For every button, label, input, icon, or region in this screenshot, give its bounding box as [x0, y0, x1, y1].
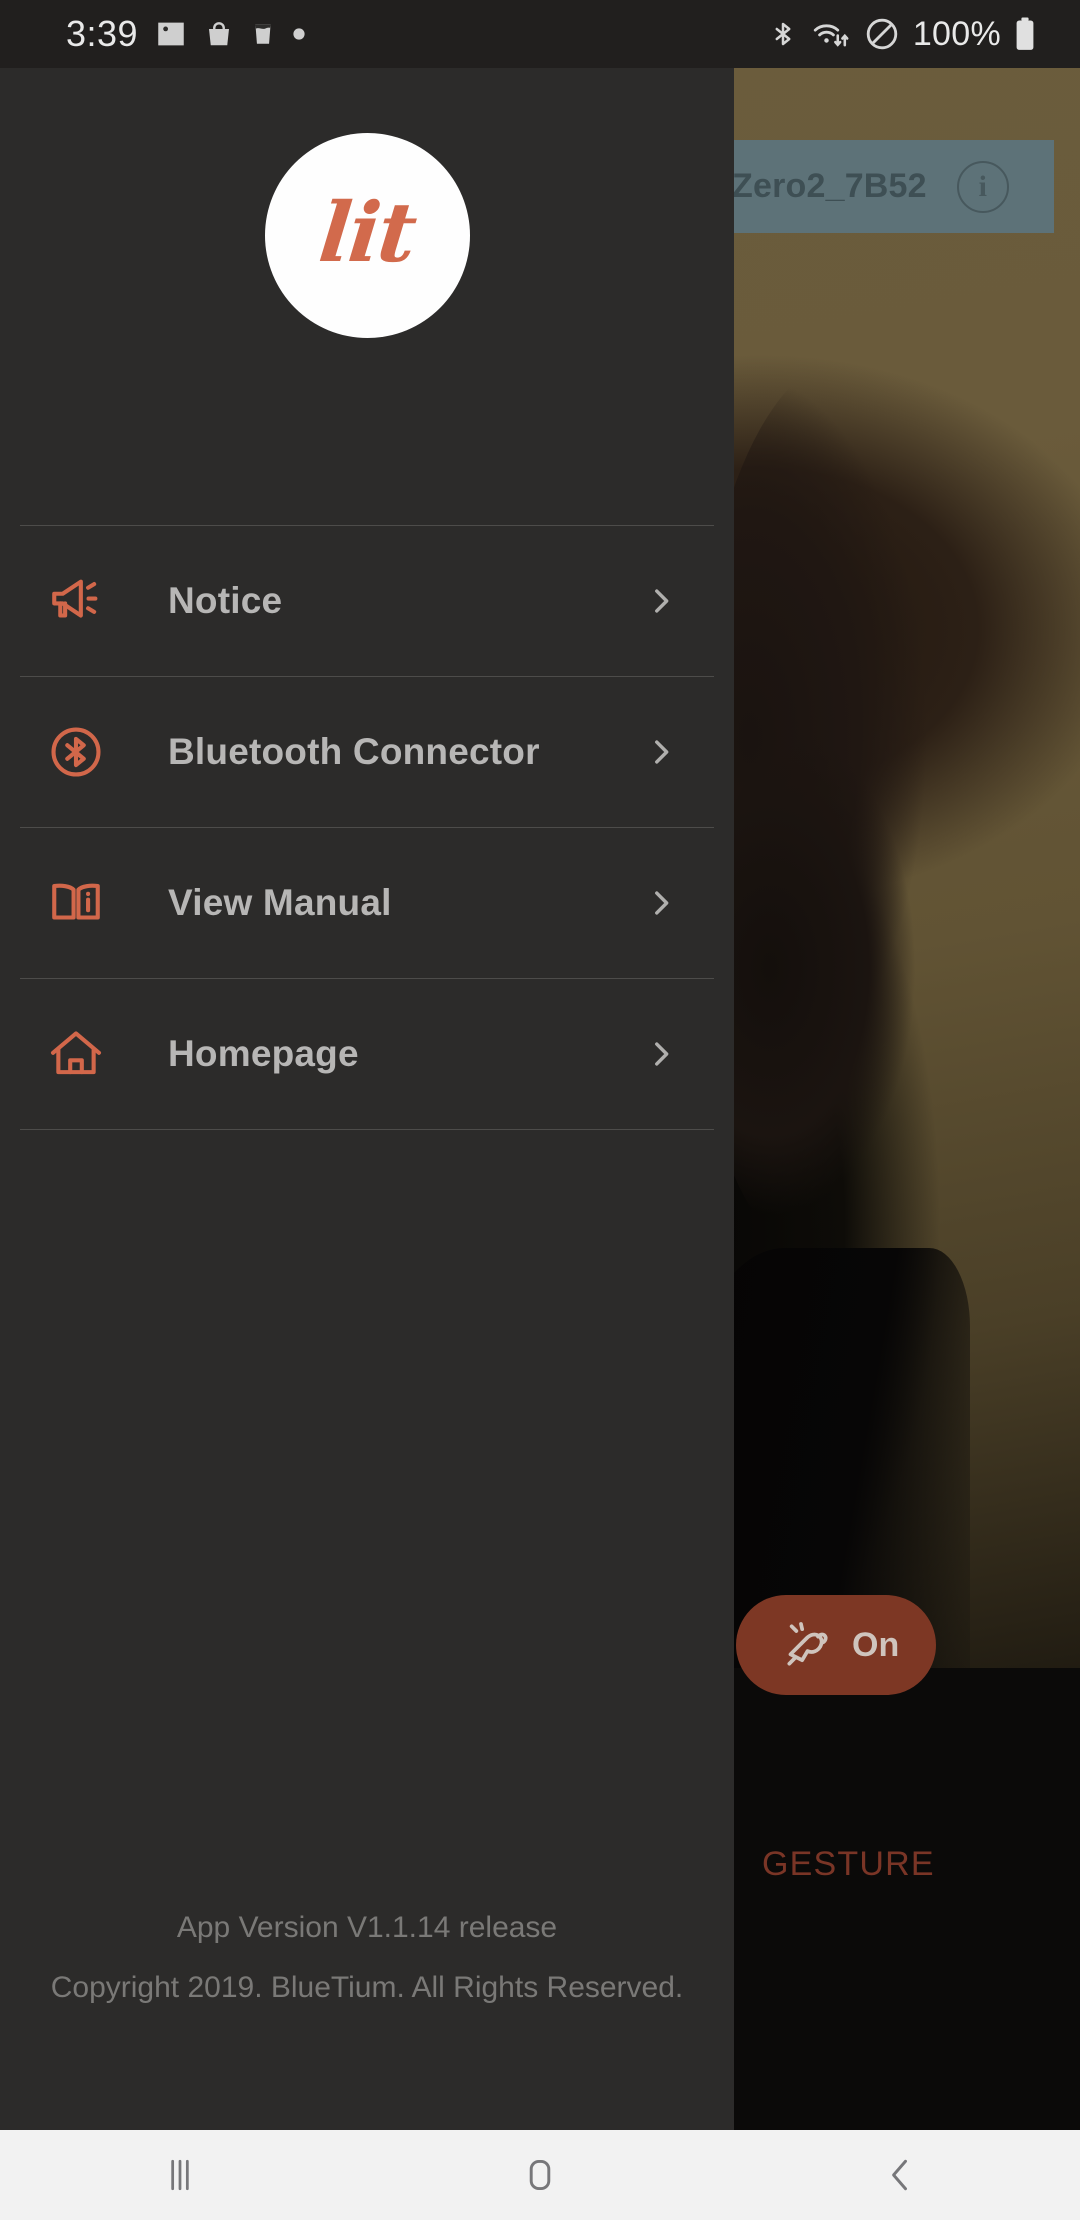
status-time: 3:39	[66, 13, 139, 54]
chevron-right-icon	[644, 735, 678, 769]
navigation-drawer: lit Notice Bluetooth Connector View Manu…	[0, 68, 734, 2130]
water-glass-icon	[255, 24, 271, 44]
drawer-item-label: Notice	[168, 580, 283, 621]
drawer-item-bluetooth-connector[interactable]: Bluetooth Connector	[0, 677, 734, 827]
image-icon	[158, 22, 184, 46]
app-version-text: App Version V1.1.14 release	[176, 1911, 558, 1944]
info-circle-icon[interactable]: i	[956, 160, 1009, 213]
battery-icon	[1016, 17, 1034, 50]
app-logo: lit	[265, 133, 470, 338]
device-name-label: Zero2_7B52	[732, 167, 927, 205]
open-book-info-icon	[40, 874, 112, 932]
status-bar: 3:39 100%	[0, 0, 1080, 68]
menu-divider-bottom	[20, 1129, 714, 1130]
back-chevron-icon	[892, 2159, 907, 2191]
gesture-hand-icon	[787, 1622, 828, 1666]
bluetooth-icon	[775, 22, 791, 46]
home-square-icon	[529, 2159, 551, 2191]
nav-back-button[interactable]	[720, 2153, 1080, 2197]
android-nav-bar	[0, 2130, 1080, 2220]
drawer-item-view-manual[interactable]: View Manual	[0, 828, 734, 978]
copyright-text: Copyright 2019. BlueTium. All Rights Res…	[50, 1971, 684, 2004]
do-not-disturb-icon	[866, 18, 898, 50]
recents-icon	[171, 2159, 189, 2191]
status-bar-left: 3:39	[66, 13, 306, 55]
dot-icon	[293, 28, 305, 40]
app-logo-text: lit	[315, 184, 420, 281]
wifi-icon	[813, 24, 849, 47]
gesture-section-label: GESTURE	[762, 1845, 935, 1883]
power-toggle-label: On	[852, 1625, 900, 1664]
drawer-item-label: Homepage	[168, 1033, 359, 1074]
phone-screen: Zero2_7B52 i On GESTURE lit Notice Bluet…	[0, 0, 1080, 2220]
chevron-right-icon	[644, 1037, 678, 1071]
status-bar-right: 100%	[768, 15, 1036, 54]
drawer-item-homepage[interactable]: Homepage	[0, 979, 734, 1129]
chevron-right-icon	[644, 886, 678, 920]
drawer-footer: App Version V1.1.14 release Copyright 20…	[0, 1898, 734, 2018]
megaphone-icon	[40, 572, 112, 630]
drawer-menu: Notice Bluetooth Connector View Manual H…	[0, 525, 734, 1130]
chevron-right-icon	[644, 584, 678, 618]
battery-percent-label: 100%	[912, 14, 1001, 53]
nav-recents-button[interactable]	[0, 2153, 360, 2197]
nav-home-button[interactable]	[360, 2153, 720, 2197]
drawer-item-label: Bluetooth Connector	[168, 731, 540, 772]
drawer-item-label: View Manual	[168, 882, 392, 923]
power-toggle-button[interactable]: On	[736, 1595, 936, 1695]
shopping-bag-icon	[209, 22, 230, 46]
drawer-item-notice[interactable]: Notice	[0, 526, 734, 676]
home-icon	[40, 1025, 112, 1083]
bluetooth-circle-icon	[40, 723, 112, 781]
